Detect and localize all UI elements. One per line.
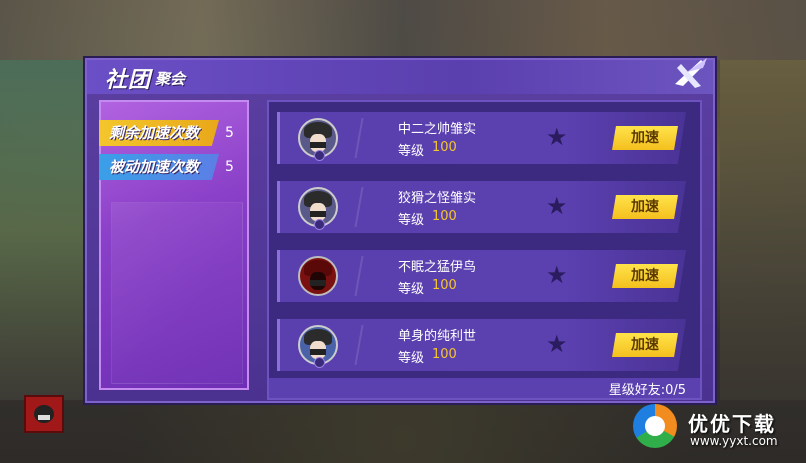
row-divider (354, 118, 364, 158)
star-icon: ★ (546, 261, 568, 289)
close-button[interactable] (667, 54, 709, 94)
friend-row: 单身的纯利世 等级 100 ★ 加速 (277, 319, 686, 371)
remaining-boost-row: 剩余加速次数 5 (99, 120, 249, 146)
background-left (0, 60, 85, 400)
star-icon: ★ (546, 330, 568, 358)
panel-subtitle: 聚会 (155, 70, 186, 88)
star-icon: ★ (546, 123, 568, 151)
row-divider (354, 325, 364, 365)
friend-name: 狡猾之怪雏实 (398, 191, 477, 206)
watermark-text: 优优下载 (688, 412, 776, 436)
avatar-badge-icon (314, 357, 325, 368)
boost-button[interactable]: 加速 (612, 126, 678, 150)
remaining-boost-count: 5 (225, 125, 234, 141)
passive-boost-count: 5 (225, 159, 234, 175)
star-icon: ★ (546, 192, 568, 220)
friend-name: 中二之帅雏实 (398, 122, 477, 137)
background-top (0, 0, 806, 60)
passive-boost-row: 被动加速次数 5 (99, 154, 249, 180)
background-right (720, 60, 806, 400)
row-divider (354, 256, 364, 296)
boost-button[interactable]: 加速 (612, 333, 678, 357)
friend-row: 不眠之猛伊鸟 等级 100 ★ 加速 (277, 250, 686, 302)
star-friends-count: 星级好友:0/5 (608, 383, 686, 398)
watermark-logo-icon (633, 404, 677, 448)
level-label: 等级 (398, 282, 425, 297)
friend-name: 不眠之猛伊鸟 (398, 260, 477, 275)
boost-button[interactable]: 加速 (612, 264, 678, 288)
friend-avatar[interactable] (298, 256, 338, 296)
passive-boost-label: 被动加速次数 (99, 154, 219, 180)
list-footer: 星级好友:0/5 (267, 378, 702, 400)
friend-row: 中二之帅雏实 等级 100 ★ 加速 (277, 112, 686, 164)
mask-face-icon (34, 405, 54, 423)
counter-box: 剩余加速次数 5 被动加速次数 5 (99, 100, 249, 390)
boost-button[interactable]: 加速 (612, 195, 678, 219)
level-value: 100 (432, 347, 457, 362)
level-label: 等级 (398, 351, 425, 366)
mask-mouth (38, 415, 50, 420)
level-label: 等级 (398, 144, 425, 159)
watermark-url: www.yyxt.com (690, 434, 778, 448)
player-avatar-button[interactable] (24, 395, 64, 433)
level-value: 100 (432, 140, 457, 155)
close-x-icon (675, 58, 707, 88)
friend-list[interactable]: 中二之帅雏实 等级 100 ★ 加速 狡猾之怪雏实 等级 100 ★ 加速 不眠… (267, 100, 702, 398)
level-label: 等级 (398, 213, 425, 228)
avatar-badge-icon (314, 219, 325, 230)
level-value: 100 (432, 209, 457, 224)
decorative-panel (111, 202, 243, 384)
panel-header: 社团 聚会 (87, 58, 713, 94)
friend-row: 狡猾之怪雏实 等级 100 ★ 加速 (277, 181, 686, 233)
friend-name: 单身的纯利世 (398, 329, 477, 344)
panel-title: 社团 (105, 68, 152, 93)
avatar-badge-icon (314, 150, 325, 161)
club-party-panel: 社团 聚会 剩余加速次数 5 被动加速次数 5 中二之帅雏实 等级 100 ★ … (85, 58, 715, 403)
remaining-boost-label: 剩余加速次数 (99, 120, 219, 146)
level-value: 100 (432, 278, 457, 293)
row-divider (354, 187, 364, 227)
